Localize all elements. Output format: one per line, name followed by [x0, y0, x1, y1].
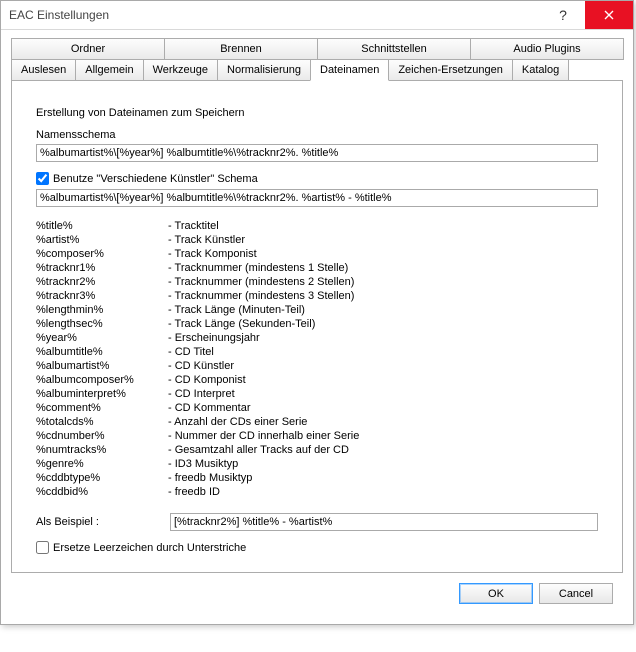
placeholder-name: %totalcds% — [36, 415, 166, 429]
tab-werkzeuge[interactable]: Werkzeuge — [143, 59, 218, 81]
placeholder-name: %lengthmin% — [36, 303, 166, 317]
placeholder-desc: - Nummer der CD innerhalb einer Serie — [168, 429, 598, 443]
placeholder-name: %lengthsec% — [36, 317, 166, 331]
placeholder-desc: - Anzahl der CDs einer Serie — [168, 415, 598, 429]
placeholder-name: %tracknr3% — [36, 289, 166, 303]
placeholder-desc: - CD Komponist — [168, 373, 598, 387]
tab-normalisierung[interactable]: Normalisierung — [217, 59, 311, 81]
placeholder-desc: - Erscheinungsjahr — [168, 331, 598, 345]
placeholder-desc: - CD Titel — [168, 345, 598, 359]
placeholder-name: %cdnumber% — [36, 429, 166, 443]
placeholder-name: %artist% — [36, 233, 166, 247]
placeholder-desc: - Track Komponist — [168, 247, 598, 261]
placeholder-name: %year% — [36, 331, 166, 345]
help-button[interactable]: ? — [541, 1, 585, 29]
tab-brennen[interactable]: Brennen — [164, 38, 318, 60]
placeholder-desc: - Tracknummer (mindestens 1 Stelle) — [168, 261, 598, 275]
replace-spaces-label: Ersetze Leerzeichen durch Unterstriche — [53, 542, 246, 554]
tabs-row-bottom: Auslesen Allgemein Werkzeuge Normalisier… — [11, 59, 623, 81]
placeholder-desc: - Gesamtzahl aller Tracks auf der CD — [168, 443, 598, 457]
schema-label: Namensschema — [36, 129, 598, 141]
ok-button[interactable]: OK — [459, 583, 533, 604]
dialog-window: EAC Einstellungen ? Ordner Brennen Schni… — [0, 0, 634, 625]
placeholder-name: %tracknr2% — [36, 275, 166, 289]
placeholder-desc: - CD Interpret — [168, 387, 598, 401]
placeholder-desc: - Tracknummer (mindestens 3 Stellen) — [168, 289, 598, 303]
cancel-button[interactable]: Cancel — [539, 583, 613, 604]
placeholder-desc: - Track Länge (Minuten-Teil) — [168, 303, 598, 317]
tab-dateinamen[interactable]: Dateinamen — [310, 59, 389, 81]
various-schema-input[interactable] — [36, 189, 598, 207]
replace-spaces-checkbox[interactable] — [36, 541, 49, 554]
placeholder-name: %cddbtype% — [36, 471, 166, 485]
placeholder-name: %cddbid% — [36, 485, 166, 499]
placeholder-desc: - ID3 Musiktyp — [168, 457, 598, 471]
placeholder-desc: - Tracktitel — [168, 219, 598, 233]
placeholder-name: %albumartist% — [36, 359, 166, 373]
placeholder-name: %genre% — [36, 457, 166, 471]
titlebar: EAC Einstellungen ? — [1, 1, 633, 30]
window-controls: ? — [541, 1, 633, 29]
section-heading: Erstellung von Dateinamen zum Speichern — [36, 107, 598, 119]
tabs-row-top: Ordner Brennen Schnittstellen Audio Plug… — [11, 38, 623, 60]
tab-panel-dateinamen: Erstellung von Dateinamen zum Speichern … — [11, 80, 623, 573]
tab-ordner[interactable]: Ordner — [11, 38, 165, 60]
placeholder-name: %tracknr1% — [36, 261, 166, 275]
placeholder-desc: - freedb Musiktyp — [168, 471, 598, 485]
tab-auslesen[interactable]: Auslesen — [11, 59, 76, 81]
placeholder-name: %numtracks% — [36, 443, 166, 457]
placeholder-desc: - Track Länge (Sekunden-Teil) — [168, 317, 598, 331]
dialog-buttons: OK Cancel — [11, 573, 623, 614]
placeholder-name: %composer% — [36, 247, 166, 261]
schema-input[interactable] — [36, 144, 598, 162]
use-various-checkbox[interactable] — [36, 172, 49, 185]
placeholder-name: %albuminterpret% — [36, 387, 166, 401]
placeholder-list: %title%- Tracktitel%artist%- Track Künst… — [36, 219, 598, 499]
tab-audio-plugins[interactable]: Audio Plugins — [470, 38, 624, 60]
placeholder-desc: - freedb ID — [168, 485, 598, 499]
placeholder-name: %title% — [36, 219, 166, 233]
tab-allgemein[interactable]: Allgemein — [75, 59, 143, 81]
placeholder-desc: - CD Kommentar — [168, 401, 598, 415]
placeholder-name: %albumtitle% — [36, 345, 166, 359]
example-input[interactable] — [170, 513, 598, 531]
placeholder-desc: - CD Künstler — [168, 359, 598, 373]
close-icon — [604, 10, 614, 20]
use-various-label: Benutze "Verschiedene Künstler" Schema — [53, 173, 258, 185]
example-label: Als Beispiel : — [36, 516, 160, 528]
tab-katalog[interactable]: Katalog — [512, 59, 569, 81]
placeholder-name: %comment% — [36, 401, 166, 415]
placeholder-desc: - Tracknummer (mindestens 2 Stellen) — [168, 275, 598, 289]
close-button[interactable] — [585, 1, 633, 29]
placeholder-desc: - Track Künstler — [168, 233, 598, 247]
client-area: Ordner Brennen Schnittstellen Audio Plug… — [1, 30, 633, 624]
tab-schnittstellen[interactable]: Schnittstellen — [317, 38, 471, 60]
window-title: EAC Einstellungen — [9, 8, 109, 22]
tab-zeichen-ersetzungen[interactable]: Zeichen-Ersetzungen — [388, 59, 513, 81]
placeholder-name: %albumcomposer% — [36, 373, 166, 387]
